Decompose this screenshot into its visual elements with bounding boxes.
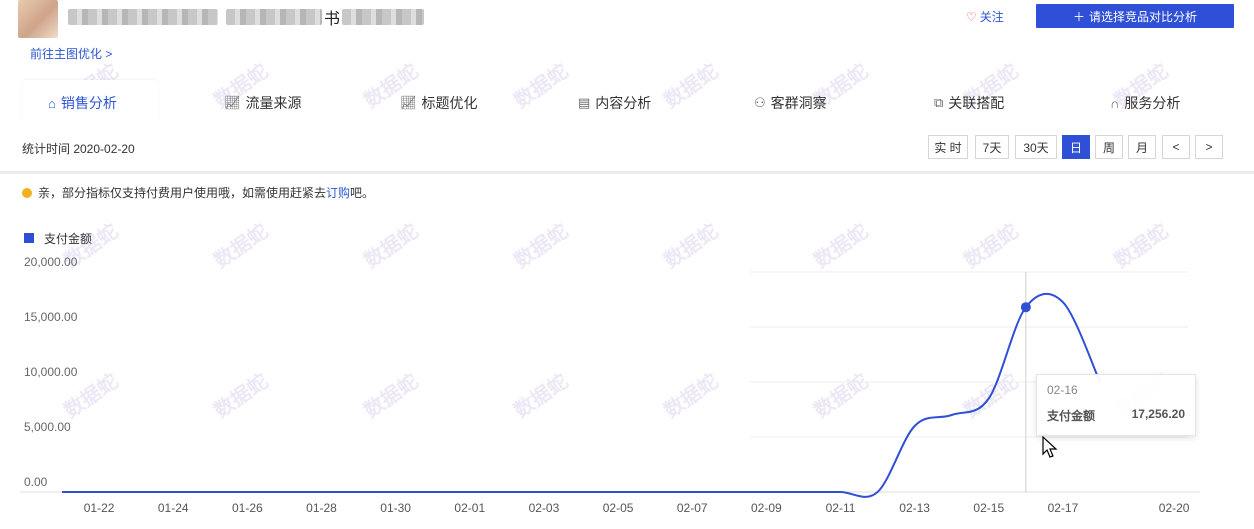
product-thumbnail[interactable] [18,0,58,38]
line-chart-icon: 📈︎ [224,95,241,110]
range-7day-button[interactable]: 7天 [975,135,1009,159]
range-month-button[interactable]: 月 [1128,135,1156,159]
x-tick-label: 01-30 [380,501,411,515]
x-tick-label: 02-07 [677,501,708,515]
chart-tooltip: 02-16 支付金额 17,256.20 [1036,374,1196,436]
x-tick-label: 01-26 [232,501,263,515]
x-tick-label: 01-24 [158,501,189,515]
tab-sales-analysis[interactable]: ⌂ 销售分析 [48,86,117,120]
tab-audience-insight[interactable]: ⚇ 客群洞察 [754,86,827,120]
y-tick-label: 15,000.00 [24,310,78,324]
title-visible-char: 书 [324,11,341,28]
mouse-cursor-icon [1042,436,1058,458]
x-tick-label: 02-15 [973,501,1004,515]
x-tick-label: 02-17 [1048,501,1079,515]
notice-text: 亲，部分指标仅支持付费用户使用哦，如需使用赶紧去 [38,186,327,200]
compare-competitor-button[interactable]: ＋ 请选择竞品对比分析 [1036,4,1234,28]
y-tick-label: 20,000.00 [24,255,78,269]
tab-label: 内容分析 [595,95,652,111]
tab-related-matching[interactable]: ⧉ 关联搭配 [934,86,1004,120]
paid-feature-notice: 亲，部分指标仅支持付费用户使用哦，如需使用赶紧去订购吧。 [22,184,374,201]
blurred-title-text [342,9,425,25]
x-tick-label: 01-22 [84,501,115,515]
sales-analysis-page: 数据蛇 数据蛇 数据蛇 数据蛇 数据蛇 数据蛇 数据蛇 数据蛇 数据蛇 数据蛇 数据蛇 数据蛇 数据蛇数… [0,0,1254,529]
plus-icon: ＋ [1072,9,1085,24]
x-tick-label: 02-03 [529,501,560,515]
tooltip-date: 02-16 [1047,383,1078,397]
blurred-title-text [68,9,218,25]
range-30day-button[interactable]: 30天 [1015,135,1057,159]
x-tick-label: 02-09 [751,501,782,515]
tab-label: 服务分析 [1124,95,1181,111]
tab-service-analysis[interactable]: ∩ 服务分析 [1110,86,1180,120]
subscribe-link[interactable]: 订购 [326,186,350,200]
compare-label: 请选择竞品对比分析 [1089,9,1198,24]
tooltip-value: 17,256.20 [1131,407,1185,421]
tooltip-label: 支付金额 [1047,409,1096,423]
blurred-title-text [226,9,322,25]
line-chart-icon: 📈︎ [400,95,417,110]
highlight-point[interactable] [1020,302,1031,313]
stat-time-label: 统计时间 2020-02-20 [22,142,135,156]
next-button[interactable]: > [1195,135,1223,159]
divider [0,171,1254,174]
document-icon: ▤ [578,95,591,110]
tab-label: 关联搭配 [948,95,1005,111]
tab-title-optimization[interactable]: 📈︎ 标题优化 [400,86,478,120]
legend-label[interactable]: 支付金额 [44,231,92,246]
product-title: 书 [68,6,425,28]
bag-icon: ⌂ [48,95,56,111]
range-day-button[interactable]: 日 [1062,135,1090,159]
x-tick-label: 02-01 [454,501,485,515]
notice-text-end: 吧。 [350,186,375,200]
tab-label: 客群洞察 [770,95,827,111]
tab-label: 流量来源 [245,95,302,111]
follow-button[interactable]: ♡ 关注 [966,8,1004,25]
range-realtime-button[interactable]: 实 时 [928,135,968,159]
users-icon: ⚇ [754,95,766,110]
x-tick-label: 02-20 [1159,501,1190,515]
heart-icon: ♡ [966,9,977,24]
headset-icon: ∩ [1110,95,1120,111]
follow-label: 关注 [979,10,1004,24]
tab-label: 标题优化 [421,95,478,111]
y-tick-label: 5,000.00 [24,420,71,434]
tab-bar: ⌂ 销售分析 📈︎ 流量来源 📈︎ 标题优化 ▤ 内容分析 ⚇ 客群洞察 ⧉ 关… [0,86,1254,122]
series-line-payment[interactable] [62,292,1101,498]
prev-button[interactable]: < [1162,135,1190,159]
y-tick-label: 10,000.00 [24,365,78,379]
link-icon: ⧉ [934,95,944,110]
x-tick-label: 02-13 [899,501,930,515]
x-tick-label: 02-05 [603,501,634,515]
tab-traffic-source[interactable]: 📈︎ 流量来源 [224,86,302,120]
range-week-button[interactable]: 周 [1095,135,1123,159]
legend-swatch [24,233,34,243]
goto-main-image-link[interactable]: 前往主图优化 > [30,45,112,62]
tab-label: 销售分析 [60,95,117,111]
warning-dot-icon [22,187,32,198]
y-tick-label: 0.00 [24,475,48,489]
tab-content-analysis[interactable]: ▤ 内容分析 [578,86,651,120]
x-tick-label: 01-28 [306,501,337,515]
x-tick-label: 02-11 [826,501,856,515]
